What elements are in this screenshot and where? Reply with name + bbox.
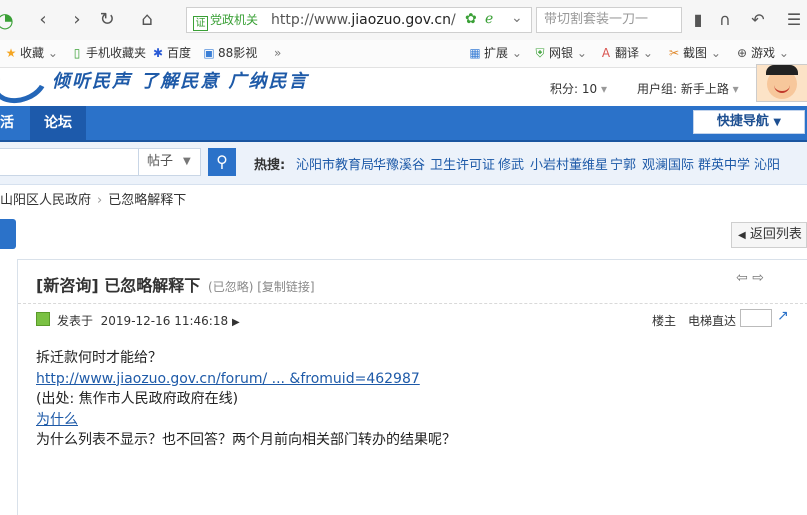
reload-icon[interactable]: ↻ (96, 9, 118, 31)
gamepad-icon: ⊕ (736, 46, 748, 60)
toolbar-games[interactable]: ⊕ 游戏 ⌄ (735, 44, 789, 62)
bookmark-baidu[interactable]: ✱ 百度 (151, 44, 191, 62)
hot-search-link[interactable]: 卫生许可证 (430, 154, 495, 173)
toolbar-translate[interactable]: A 翻译 ⌄ (599, 44, 653, 62)
breadcrumb: 山阳区人民政府 › 已忽略解释下 (0, 192, 186, 210)
translate-icon: A (601, 46, 611, 60)
browser-search-input[interactable]: 带切割套装一刀一 (536, 7, 682, 33)
compat-mode-icon[interactable]: ℯ (485, 11, 493, 27)
forum-search-input[interactable] (0, 148, 139, 176)
security-icon[interactable]: ✿ (465, 11, 477, 27)
breadcrumb-item[interactable]: 山阳区人民政府 (0, 193, 91, 208)
usergroup-menu[interactable]: 用户组: 新手上路 ▾ (637, 80, 739, 97)
menu-icon[interactable]: ☰ (784, 10, 804, 30)
hot-search-link[interactable]: 观澜国际 (642, 154, 694, 173)
url-text[interactable]: http://www.jiaozuo.gov.cn/ (271, 12, 456, 29)
online-status-icon (36, 312, 50, 326)
gov-cert-badge[interactable]: 证党政机关 (193, 12, 258, 31)
hot-search-link[interactable]: 修武 (498, 154, 524, 173)
post-line: 拆迁款何时才能给？ (36, 350, 162, 366)
bookmark-favorites[interactable]: ★ 收藏 ⌄ (4, 44, 58, 62)
post-line: 为什么列表不显示？也不回答？两个月前向相关部门转办的结果呢？ (36, 432, 456, 448)
prev-next-nav: ⇦ ⇨ (736, 270, 764, 286)
phone-icon: ▯ (73, 46, 81, 60)
hot-search-link[interactable]: 华豫溪谷 (373, 154, 425, 173)
battery-icon[interactable]: ▮ (688, 10, 708, 30)
post-body: 拆迁款何时才能给？ http://www.jiaozuo.gov.cn/foru… (36, 348, 456, 451)
headphones-icon[interactable]: ∩ (715, 10, 735, 30)
hot-search-label: 热搜: (254, 158, 286, 173)
address-bar[interactable]: 证党政机关 http://www.jiaozuo.gov.cn/ ✿ ℯ ⌄ (186, 7, 532, 33)
toolbar-ebank[interactable]: ⛨ 网银 ⌄ (533, 44, 586, 62)
cert-icon: 证 (193, 16, 208, 31)
post-title-line: [新咨询] 已忽略解释下 (已忽略) [复制链接] (36, 272, 315, 296)
browser-toolbar: ◔ ‹ › ↻ ⌂ 证党政机关 http://www.jiaozuo.gov.c… (0, 0, 807, 41)
hot-search-link[interactable]: 小岩村董维星 (530, 154, 608, 173)
search-type-select[interactable]: 帖子 ▼ (139, 148, 201, 176)
post-time: 发表于 2019-12-16 11:46:18 ▶ (57, 314, 240, 328)
site-slogan: 倾听民声 了解民意 广纳民言 (52, 71, 309, 92)
copy-link[interactable]: [复制链接] (257, 280, 314, 294)
next-thread-icon[interactable]: ⇨ (752, 270, 764, 286)
post-source: (出处: 焦作市人民政府政府在线) (36, 391, 239, 407)
caret-right-icon[interactable]: ▶ (232, 317, 240, 328)
bookmark-88film[interactable]: ▣ 88影视 (202, 44, 257, 62)
main-nav: 活 论坛 快捷导航 ▼ (0, 106, 807, 142)
chevron-down-icon[interactable]: ⌄ (511, 10, 523, 26)
browser-logo-icon: ◔ (0, 8, 14, 32)
back-icon[interactable]: ‹ (32, 9, 54, 31)
breadcrumb-current: 已忽略解释下 (108, 193, 187, 208)
caret-down-icon: ▼ (773, 117, 782, 128)
forward-icon[interactable]: › (66, 9, 88, 31)
nav-item-forum[interactable]: 论坛 (30, 106, 86, 140)
post-author-line: 发表于 2019-12-16 11:46:18 ▶ 楼主 电梯直达 ↗ (18, 303, 807, 334)
bookmark-mobile[interactable]: ▯ 手机收藏夹 (70, 44, 146, 62)
star-icon: ★ (5, 46, 17, 60)
film-icon: ▣ (203, 46, 215, 60)
search-icon: ⚲ (216, 152, 228, 171)
elevator-label: 电梯直达 (688, 314, 737, 328)
toolbar-screenshot[interactable]: ✂ 截图 ⌄ (667, 44, 721, 62)
undo-icon[interactable]: ↶ (748, 10, 768, 30)
back-to-list-button[interactable]: ◀ 返回列表 (731, 222, 807, 248)
prev-thread-icon[interactable]: ⇦ (736, 270, 748, 286)
post-container: [新咨询] 已忽略解释下 (已忽略) [复制链接] ⇦ ⇨ 发表于 2019-1… (17, 259, 807, 515)
quick-nav-button[interactable]: 快捷导航 ▼ (693, 110, 805, 134)
why-link[interactable]: 为什么 (36, 410, 456, 431)
shield-icon: ⛨ (535, 46, 545, 60)
hot-search-link[interactable]: 宁郭 (610, 154, 636, 173)
search-button[interactable]: ⚲ (208, 148, 236, 176)
hot-search-link[interactable]: 群英中学 (698, 154, 750, 173)
hot-search-link[interactable]: 沁阳市教育局 (296, 154, 374, 173)
forum-search-bar: 帖子 ▼ ⚲ 热搜: 沁阳市教育局 华豫溪谷 卫生许可证 修武 小岩村董维星 宁郭… (0, 142, 807, 185)
landlord-label: 楼主 (652, 314, 677, 328)
home-icon[interactable]: ⌂ (136, 9, 158, 31)
new-post-button[interactable] (0, 219, 16, 249)
avatar[interactable] (756, 64, 807, 102)
credit-menu[interactable]: 积分: 10 ▾ (550, 80, 607, 97)
paw-icon: ✱ (152, 46, 164, 60)
go-floor-icon[interactable]: ↗ (777, 308, 789, 324)
hot-search-link[interactable]: 沁阳 (754, 154, 780, 173)
toolbar-extensions[interactable]: ▦ 扩展 ⌄ (468, 44, 522, 62)
chevron-right-icon: › (97, 193, 103, 208)
nav-item-life[interactable]: 活 (0, 106, 28, 140)
post-status: (已忽略) (208, 280, 254, 294)
floor-input[interactable] (740, 309, 772, 327)
post-link[interactable]: http://www.jiaozuo.gov.cn/forum/ ... &fr… (36, 369, 456, 390)
bookmarks-bar: ★ 收藏 ⌄ ▯ 手机收藏夹 ✱ 百度 ▣ 88影视 » ▦ 扩展 ⌄ ⛨ 网银 ⌄ A 翻译… (0, 40, 807, 68)
caret-left-icon: ◀ (738, 230, 746, 241)
post-title: [新咨询] 已忽略解释下 (36, 276, 201, 295)
more-bookmarks-icon[interactable]: » (274, 44, 281, 62)
grid-icon: ▦ (469, 46, 481, 60)
site-header: 倾听民声 了解民意 广纳民言 积分: 10 ▾ 用户组: 新手上路 ▾ (0, 53, 807, 111)
scissors-icon: ✂ (668, 46, 680, 60)
